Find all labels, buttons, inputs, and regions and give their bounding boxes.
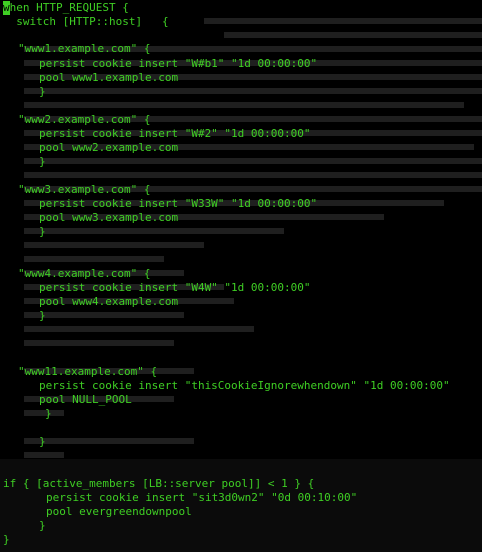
code-line-28: } <box>3 533 10 546</box>
code-line-12: persist cookie insert "W33W" "1d 00:00:0… <box>39 197 318 210</box>
code-line-21: pool NULL_POOL <box>39 393 132 406</box>
text-cursor: w <box>3 1 10 15</box>
code-line-14: } <box>39 225 46 238</box>
code-line-4: persist cookie insert "W#b1" "1d 00:00:0… <box>39 57 318 70</box>
code-line-11: "www3.example.com" { <box>18 183 151 196</box>
code-line-20: persist cookie insert "thisCookieIgnorew… <box>39 379 450 392</box>
code-line-18: } <box>39 309 46 322</box>
code-line-13: pool www3.example.com <box>39 211 179 224</box>
code-line-16: persist cookie insert "W4W" "1d 00:00:00… <box>39 281 311 294</box>
code-line-1-text: hen HTTP_REQUEST { <box>9 1 129 14</box>
code-line-24: if { [active_members [LB::server pool]] … <box>3 477 315 490</box>
code-line-5: pool www1.example.com <box>39 71 179 84</box>
code-line-25: persist cookie insert "sit3d0wn2" "0d 00… <box>46 491 358 504</box>
code-line-9: pool www2.example.com <box>39 141 179 154</box>
code-line-10: } <box>39 155 46 168</box>
code-line-22: } <box>45 407 52 420</box>
code-line-2: switch [HTTP::host] { <box>3 15 169 28</box>
code-line-7: "www2.example.com" { <box>18 113 151 126</box>
code-line-6: } <box>39 85 46 98</box>
code-line-1: when HTTP_REQUEST { <box>3 1 129 15</box>
code-line-3: "www1.example.com" { <box>18 42 151 55</box>
terminal-window[interactable]: when HTTP_REQUEST { switch [HTTP::host] … <box>0 0 482 552</box>
code-line-8: persist cookie insert "W#2" "1d 00:00:00… <box>39 127 311 140</box>
code-line-27: } <box>39 519 46 532</box>
code-line-19: "www11.example.com" { <box>18 365 158 378</box>
code-line-26: pool evergreendownpool <box>46 505 192 518</box>
code-line-23: } <box>39 435 46 448</box>
code-line-17: pool www4.example.com <box>39 295 179 308</box>
code-line-15: "www4.example.com" { <box>18 267 151 280</box>
